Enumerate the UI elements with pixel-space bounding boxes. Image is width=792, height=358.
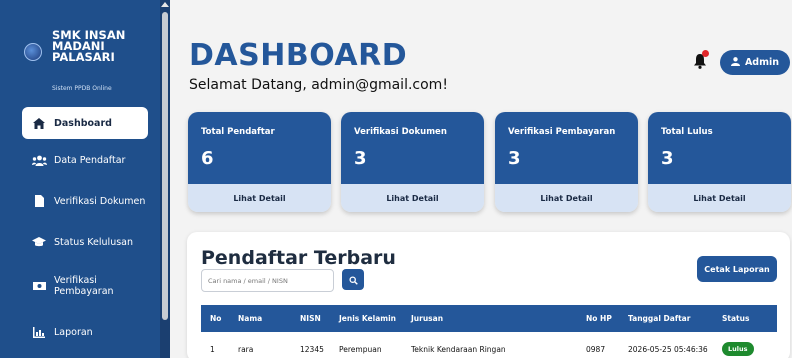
welcome-message: Selamat Datang, admin@gmail.com! [189, 77, 448, 93]
search-input[interactable]: Cari nama / email / NISN [201, 269, 334, 292]
chart-icon [28, 326, 50, 338]
sidebar-item-verifikasi-dokumen[interactable]: Verifikasi Dokumen [22, 185, 148, 217]
page-title: DASHBOARD [189, 38, 408, 73]
column-header: No [210, 314, 222, 323]
card-title: Verifikasi Dokumen [354, 127, 447, 137]
card-title: Verifikasi Pembayaran [508, 127, 616, 137]
sidebar-item-label: Laporan [54, 326, 93, 338]
sidebar-item-laporan[interactable]: Laporan [22, 316, 148, 348]
sidebar-item-label: Dashboard [54, 117, 112, 129]
table-cell: Perempuan [339, 344, 382, 354]
school-name: SMK INSAN MADANI PALASARI [52, 29, 152, 64]
table-cell: 0987 [586, 344, 606, 354]
sidebar-item-data-pendaftar[interactable]: Data Pendaftar [22, 144, 148, 176]
table-cell: 12345 [300, 344, 324, 354]
card-detail-link[interactable]: Lihat Detail [341, 184, 484, 212]
file-icon [28, 195, 50, 207]
sidebar-item-label: Status Kelulusan [54, 236, 134, 248]
user-icon [730, 56, 740, 69]
column-header: Status [722, 314, 750, 323]
card-detail-link[interactable]: Lihat Detail [188, 184, 331, 212]
print-report-button[interactable]: Cetak Laporan [697, 256, 777, 282]
table-header: No Nama NISN Jenis Kelamin Jurusan No HP… [201, 305, 777, 332]
sidebar-item-label: Verifikasi Pembayaran [54, 275, 114, 297]
card-value: 6 [201, 148, 214, 169]
table-row: 1 rara 12345 Perempuan Teknik Kendaraan … [201, 339, 777, 358]
panel-title: Pendaftar Terbaru [201, 247, 396, 269]
sidebar-item-label: Data Pendaftar [54, 154, 126, 166]
card-title: Total Lulus [661, 127, 713, 137]
card-title: Total Pendaftar [201, 127, 275, 137]
recent-registrants-panel: Pendaftar Terbaru Cari nama / email / NI… [187, 232, 790, 358]
admin-user-button[interactable]: Admin [720, 50, 790, 75]
sidebar-item-label-line2: Pembayaran [54, 286, 114, 297]
stat-card-verifikasi-dokumen: Verifikasi Dokumen 3 Lihat Detail [341, 112, 484, 212]
stat-card-total-lulus: Total Lulus 3 Lihat Detail [648, 112, 791, 212]
column-header: Tanggal Daftar [628, 314, 691, 323]
column-header: NISN [300, 314, 321, 323]
table-cell: rara [238, 344, 254, 354]
stat-card-total-pendaftar: Total Pendaftar 6 Lihat Detail [188, 112, 331, 212]
school-name-line3: PALASARI [52, 50, 115, 64]
card-detail-link[interactable]: Lihat Detail [648, 184, 791, 212]
users-icon [28, 155, 50, 166]
column-header: No HP [586, 314, 612, 323]
status-badge: Lulus [722, 342, 754, 356]
column-header: Jurusan [411, 314, 444, 323]
money-icon [28, 281, 50, 291]
card-value: 3 [661, 148, 674, 169]
sidebar-item-dashboard[interactable]: Dashboard [22, 107, 148, 139]
card-value: 3 [508, 148, 521, 169]
sidebar: SMK INSAN MADANI PALASARI Sistem PPDB On… [0, 0, 160, 358]
graduation-cap-icon [28, 237, 50, 247]
sidebar-item-label-line1: Verifikasi [54, 275, 97, 286]
sidebar-scrollbar-thumb[interactable] [162, 12, 168, 320]
notification-badge [702, 50, 709, 57]
sidebar-item-verifikasi-pembayaran[interactable]: Verifikasi Pembayaran [22, 270, 148, 302]
search-icon [348, 270, 358, 289]
table-cell: 2026-05-25 05:46:36 [628, 344, 708, 354]
search-button[interactable] [342, 269, 364, 290]
admin-user-label: Admin [744, 57, 780, 68]
card-value: 3 [354, 148, 367, 169]
column-header: Jenis Kelamin [339, 314, 396, 323]
sidebar-item-status-kelulusan[interactable]: Status Kelulusan [22, 226, 148, 258]
scroll-up-arrow-icon[interactable] [161, 2, 169, 7]
status-cell: Lulus [722, 339, 754, 358]
stat-card-verifikasi-pembayaran: Verifikasi Pembayaran 3 Lihat Detail [495, 112, 638, 212]
school-logo [24, 43, 42, 61]
sidebar-item-label: Verifikasi Dokumen [54, 195, 146, 207]
table-cell: 1 [210, 344, 215, 354]
card-detail-link[interactable]: Lihat Detail [495, 184, 638, 212]
table-cell: Teknik Kendaraan Ringan [411, 344, 506, 354]
home-icon [28, 117, 50, 129]
system-subtitle: Sistem PPDB Online [52, 85, 112, 92]
column-header: Nama [238, 314, 263, 323]
